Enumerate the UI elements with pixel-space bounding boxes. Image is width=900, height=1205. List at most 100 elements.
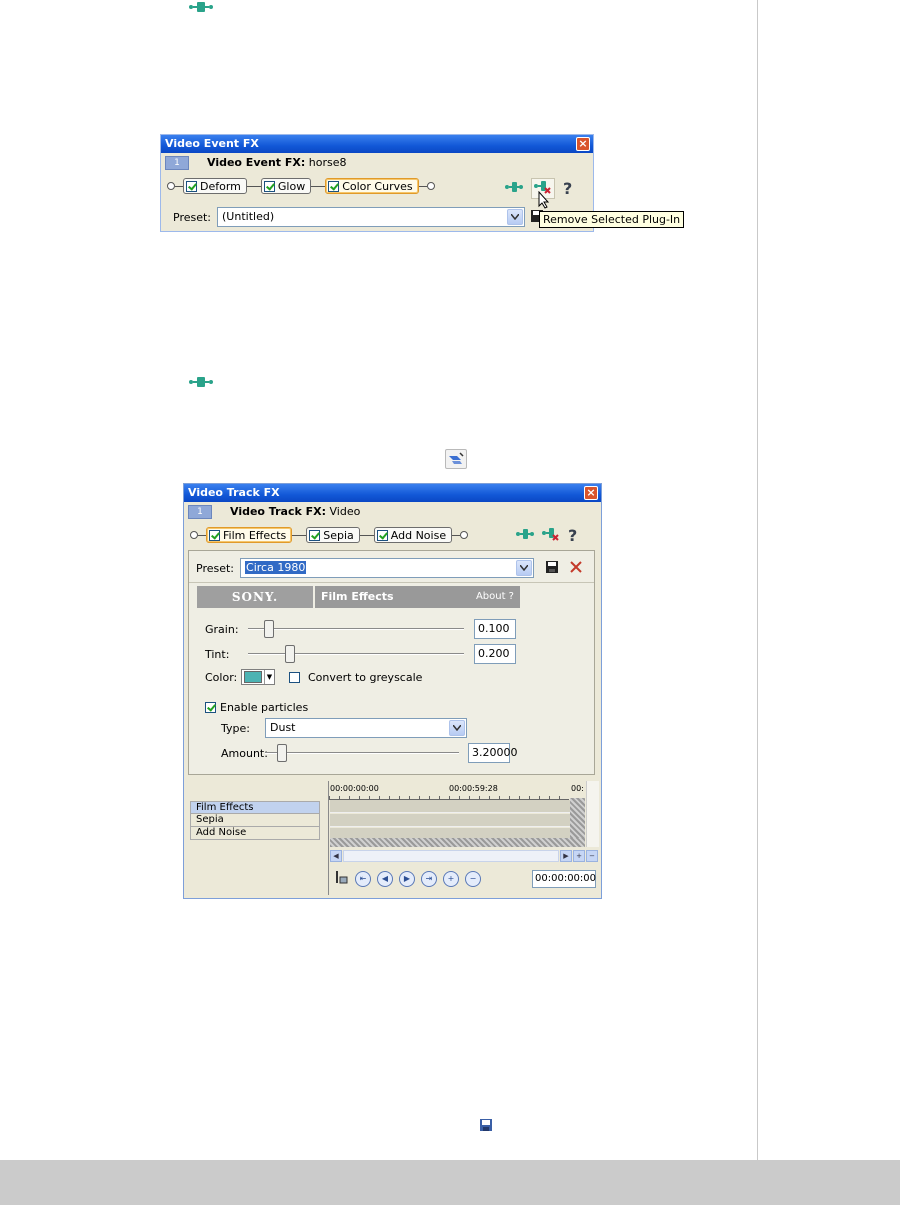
tint-label: Tint: xyxy=(205,647,230,661)
fx-header-name: horse8 xyxy=(308,156,347,169)
plug-in-chain-icon[interactable] xyxy=(505,181,523,196)
track-item-film-effects[interactable]: Film Effects xyxy=(190,801,320,814)
type-value: Dust xyxy=(270,721,296,734)
vertical-scrollbar[interactable] xyxy=(586,781,599,847)
preset-label: Preset: xyxy=(196,561,235,575)
plugin-enable-checkbox[interactable] xyxy=(209,529,220,541)
plugin-enable-checkbox[interactable] xyxy=(263,180,275,192)
plugin-glow[interactable]: Glow xyxy=(260,178,312,194)
slider-thumb[interactable] xyxy=(277,744,287,762)
timeline-end-region xyxy=(570,798,585,843)
tint-value-field[interactable]: 0.200 xyxy=(474,644,516,664)
color-label: Color: xyxy=(205,670,238,684)
chain-end-node xyxy=(426,182,435,190)
plugin-chain: Deform Glow Color Curves xyxy=(167,177,435,195)
footer-band xyxy=(0,1160,900,1205)
chevron-down-icon[interactable] xyxy=(449,720,465,736)
add-keyframe-icon[interactable]: + xyxy=(443,870,459,887)
help-icon[interactable]: ? xyxy=(563,180,572,197)
plugin-title: Film Effects xyxy=(321,590,394,603)
keyframe-lane[interactable] xyxy=(330,814,570,827)
ruler-start: 00:00:00:00 xyxy=(330,784,379,793)
plugin-enable-checkbox[interactable] xyxy=(309,529,321,541)
close-button[interactable]: × xyxy=(584,486,598,500)
chain-toolbar: ? xyxy=(516,527,577,544)
chevron-down-icon[interactable] xyxy=(507,209,524,225)
plug-in-chain-icon[interactable] xyxy=(516,528,534,543)
chevron-down-icon[interactable] xyxy=(516,560,533,576)
scroll-track[interactable] xyxy=(343,849,559,862)
remove-plugin-icon[interactable] xyxy=(542,527,560,544)
delete-keyframe-icon[interactable]: − xyxy=(465,870,481,887)
plugin-deform[interactable]: Deform xyxy=(183,178,247,194)
chevron-down-icon[interactable]: ▼ xyxy=(264,670,274,684)
grain-value-field[interactable]: 0.100 xyxy=(474,619,516,639)
plugin-header-bar: SONY. Film Effects About ? xyxy=(197,586,520,608)
time-ruler: 00:00:00:00 00:00:59:28 00: xyxy=(329,784,584,800)
grain-row: Grain: 0.100 xyxy=(205,619,516,639)
window-title-bar[interactable]: Video Track FX × xyxy=(184,484,601,502)
type-dropdown[interactable]: Dust xyxy=(265,718,467,738)
amount-slider[interactable] xyxy=(265,744,459,762)
save-preset-icon[interactable] xyxy=(546,560,559,576)
slider-thumb[interactable] xyxy=(264,620,274,638)
keyframe-timeline: 00:00:00:00 00:00:59:28 00: ◀ ▶ + − ⇤ ◀ … xyxy=(328,781,599,895)
window-title-bar[interactable]: Video Event FX × xyxy=(161,135,593,153)
fx-header-name: Video xyxy=(329,505,361,518)
fx-header-prefix: Video Track FX: xyxy=(230,505,327,518)
slider-thumb[interactable] xyxy=(285,645,295,663)
timeline-end-region xyxy=(330,838,585,847)
preset-dropdown[interactable]: Circa 1980 xyxy=(240,558,535,578)
plugin-sepia[interactable]: Sepia xyxy=(306,527,360,543)
first-keyframe-icon[interactable]: ⇤ xyxy=(355,870,371,887)
plugin-enable-checkbox[interactable] xyxy=(328,180,340,192)
window-title: Video Track FX xyxy=(188,486,280,499)
zoom-in-icon[interactable]: + xyxy=(573,849,585,862)
window-title: Video Event FX xyxy=(165,137,259,150)
amount-value-field[interactable]: 3.20000 xyxy=(468,743,518,763)
last-keyframe-icon[interactable]: ⇥ xyxy=(421,870,437,887)
next-keyframe-icon[interactable]: ▶ xyxy=(399,870,415,887)
plug-in-chain-icon xyxy=(188,0,214,17)
preset-dropdown[interactable]: (Untitled) xyxy=(217,207,526,227)
plugin-chain: Film Effects Sepia Add Noise xyxy=(190,526,469,544)
grain-slider[interactable] xyxy=(248,620,464,638)
close-button[interactable]: × xyxy=(576,137,590,151)
tint-row: Tint: 0.200 xyxy=(205,644,516,664)
chain-number-tab[interactable]: 1 xyxy=(188,505,212,519)
plugin-settings-panel: Preset: Circa 1980 SONY. Film Effects Ab… xyxy=(188,550,595,775)
horizontal-scrollbar[interactable]: ◀ ▶ + − xyxy=(330,849,598,862)
scroll-right-icon[interactable]: ▶ xyxy=(560,849,572,862)
help-icon[interactable]: ? xyxy=(568,527,577,544)
plugin-enable-checkbox[interactable] xyxy=(186,180,197,192)
keyframe-time-field[interactable]: 00:00:00:00 xyxy=(532,870,596,888)
ruler-mid: 00:00:59:28 xyxy=(449,784,498,793)
plugin-enable-checkbox[interactable] xyxy=(376,529,388,541)
greyscale-checkbox[interactable] xyxy=(289,671,300,683)
plugin-film-effects[interactable]: Film Effects xyxy=(206,527,293,543)
scroll-left-icon[interactable]: ◀ xyxy=(330,849,342,862)
tint-slider[interactable] xyxy=(248,645,464,663)
track-item-add-noise[interactable]: Add Noise xyxy=(190,827,320,840)
previous-keyframe-icon[interactable]: ◀ xyxy=(377,870,393,887)
page-divider xyxy=(757,0,758,1160)
plugin-add-noise[interactable]: Add Noise xyxy=(373,527,453,543)
track-item-sepia[interactable]: Sepia xyxy=(190,814,320,827)
sync-cursor-icon[interactable] xyxy=(333,869,349,888)
color-picker-button[interactable]: ▼ xyxy=(241,669,275,685)
about-link[interactable]: About ? xyxy=(476,586,514,608)
fx-header: Video Track FX: Video xyxy=(230,505,360,518)
greyscale-label: Convert to greyscale xyxy=(308,670,423,684)
keyframe-lane[interactable] xyxy=(330,800,570,813)
chain-start-node xyxy=(167,182,175,190)
enable-particles-checkbox[interactable] xyxy=(205,702,216,713)
chain-number-tab[interactable]: 1 xyxy=(165,156,189,170)
delete-preset-icon[interactable] xyxy=(570,560,582,576)
grain-label: Grain: xyxy=(205,622,239,636)
plugin-label: Deform xyxy=(200,179,241,193)
chain-start-node xyxy=(190,531,198,539)
mouse-cursor-icon xyxy=(538,190,550,212)
video-event-fx-window: Video Event FX × 1 Video Event FX: horse… xyxy=(160,134,685,232)
zoom-out-icon[interactable]: − xyxy=(586,849,598,862)
plugin-color-curves[interactable]: Color Curves xyxy=(325,178,419,194)
